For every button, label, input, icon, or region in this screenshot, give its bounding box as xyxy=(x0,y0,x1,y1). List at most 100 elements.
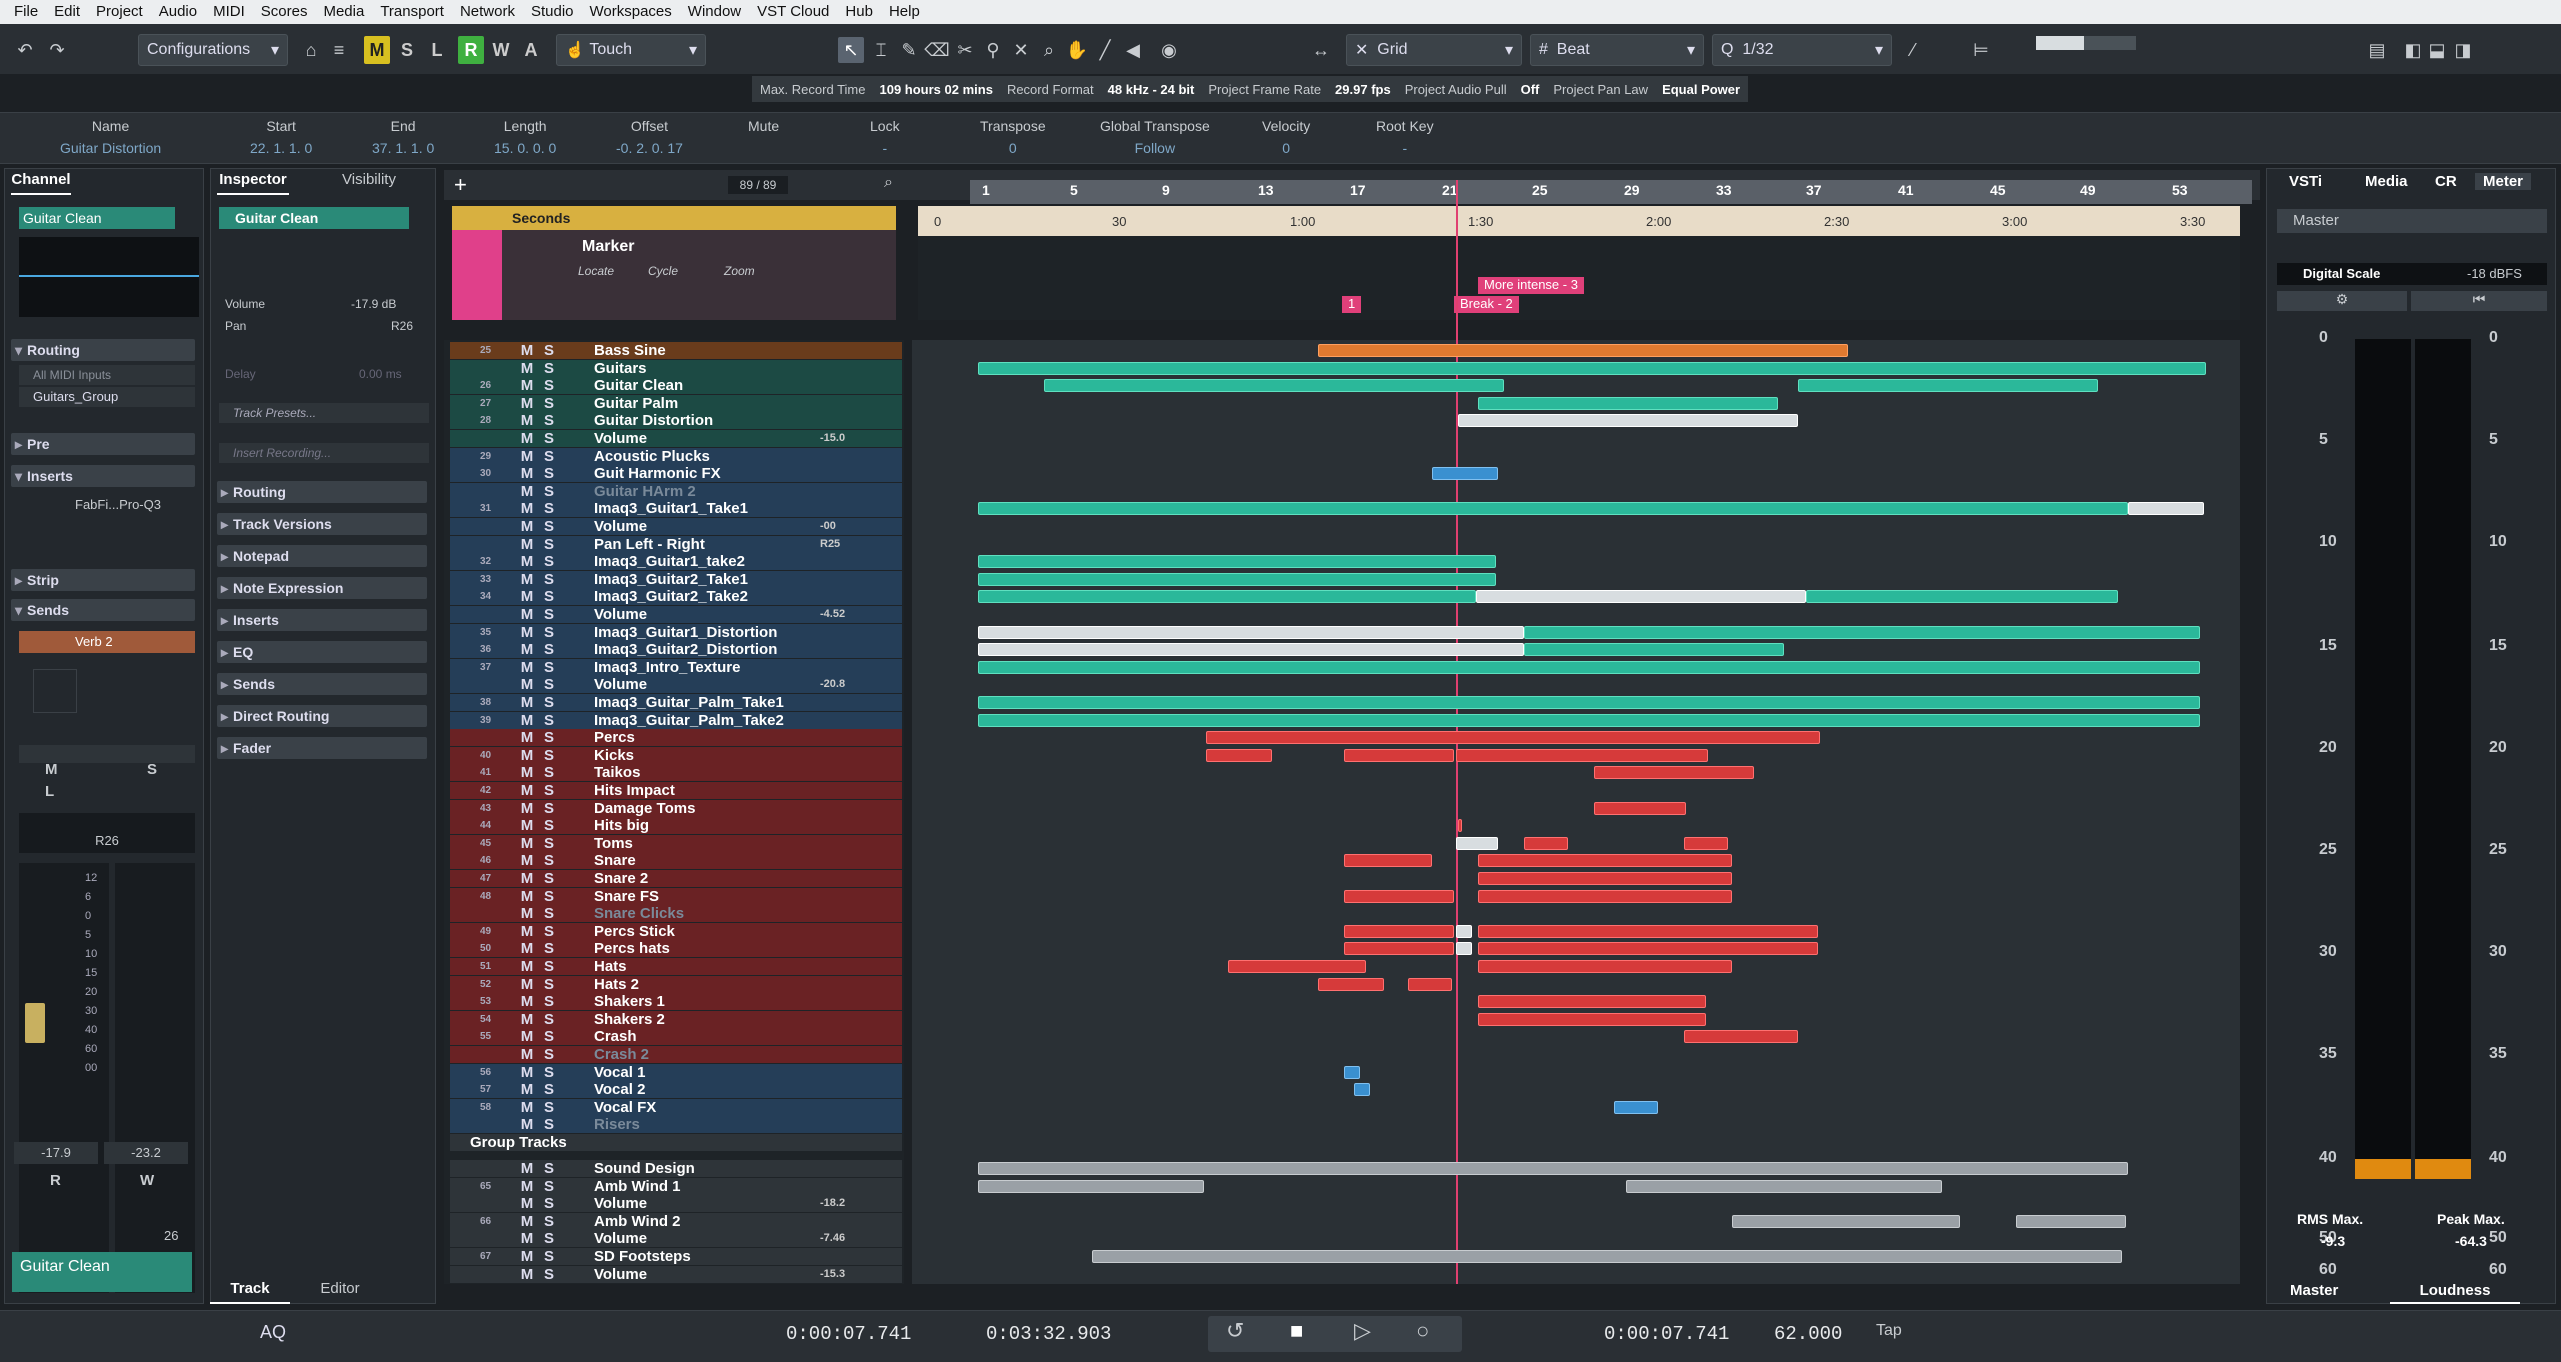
event-clip[interactable] xyxy=(978,1162,2128,1175)
global-read-button[interactable]: R xyxy=(458,36,484,64)
track-solo-button[interactable]: S xyxy=(540,764,558,781)
event-clip[interactable] xyxy=(1478,396,1778,410)
track-lane[interactable] xyxy=(912,747,2240,764)
track-lane[interactable] xyxy=(912,712,2240,729)
event-clip[interactable] xyxy=(1456,836,1498,850)
midi-input-select[interactable]: All MIDI Inputs xyxy=(19,365,195,385)
track-solo-button[interactable]: S xyxy=(540,448,558,465)
insert-recording-select[interactable]: Insert Recording... xyxy=(219,443,429,463)
track-mute-button[interactable]: M xyxy=(518,1178,536,1195)
track-header[interactable]: 56 M S Vocal 1 xyxy=(450,1063,902,1081)
info-value[interactable]: 37. 1. 1. 0 xyxy=(372,140,434,156)
info-value[interactable]: 22. 1. 1. 0 xyxy=(250,140,312,156)
event-clip[interactable] xyxy=(1478,960,1732,973)
track-solo-button[interactable]: S xyxy=(540,800,558,817)
right-locator-time[interactable]: 0:03:32.903 xyxy=(986,1323,1111,1345)
tab-cr[interactable]: CR xyxy=(2427,173,2465,190)
track-lane[interactable] xyxy=(912,659,2240,676)
track-mute-button[interactable]: M xyxy=(518,993,536,1010)
info-col-9[interactable]: Velocity 0 xyxy=(1262,118,1310,156)
menu-workspaces[interactable]: Workspaces xyxy=(582,0,680,24)
track-lane[interactable] xyxy=(912,1099,2240,1116)
menu-audio[interactable]: Audio xyxy=(151,0,205,24)
track-mute-button[interactable]: M xyxy=(518,1011,536,1028)
track-solo-button[interactable]: S xyxy=(540,624,558,641)
track-mute-button[interactable]: M xyxy=(518,465,536,482)
event-clip[interactable] xyxy=(1344,889,1454,903)
master-meter-header[interactable]: Master xyxy=(2277,209,2547,233)
range-tool-icon[interactable]: ⌶ xyxy=(868,37,894,63)
track-solo-button[interactable]: S xyxy=(540,923,558,940)
track-mute-button[interactable]: M xyxy=(518,536,536,553)
snap-type-dropdown[interactable]: ✕ Grid ▾ xyxy=(1346,34,1522,66)
inspector-section-sends[interactable]: Sends xyxy=(217,673,427,695)
iterative-quantize-icon[interactable]: ⁄ xyxy=(1900,37,1926,63)
marker-2[interactable]: Break - 2 xyxy=(1454,296,1519,313)
track-mute-button[interactable]: M xyxy=(518,500,536,517)
automation-value[interactable]: -20.8 xyxy=(820,676,845,693)
track-header[interactable]: 32 M S Imaq3_Guitar1_take2 xyxy=(450,553,902,571)
quantize-dropdown[interactable]: Q 1/32 ▾ xyxy=(1712,34,1892,66)
object-selection-tool-icon[interactable]: ↖ xyxy=(838,37,864,63)
track-lane[interactable] xyxy=(912,641,2240,658)
color-tool-icon[interactable]: ◉ xyxy=(1156,37,1182,63)
marker-cycle-select[interactable]: Cycle xyxy=(648,264,678,278)
tab-visibility[interactable]: Visibility xyxy=(329,171,409,195)
track-mute-button[interactable]: M xyxy=(518,923,536,940)
info-value[interactable]: 0 xyxy=(1262,140,1310,156)
info-value[interactable]: -0. 2. 0. 17 xyxy=(616,140,683,156)
track-header[interactable]: 34 M S Imaq3_Guitar2_Take2 xyxy=(450,588,902,606)
track-solo-button[interactable]: S xyxy=(540,870,558,887)
event-clip[interactable] xyxy=(1354,1083,1370,1097)
channel-read-button[interactable]: R xyxy=(50,1172,61,1189)
menu-transport[interactable]: Transport xyxy=(372,0,452,24)
audio-quantize-button[interactable]: AQ xyxy=(260,1322,286,1343)
track-lane[interactable] xyxy=(912,993,2240,1010)
track-mute-button[interactable]: M xyxy=(518,976,536,993)
track-mute-button[interactable]: M xyxy=(518,1248,536,1265)
add-track-icon[interactable]: + xyxy=(454,172,467,198)
track-header[interactable]: 31 M S Imaq3_Guitar1_Take1 xyxy=(450,500,902,518)
track-lane[interactable] xyxy=(912,905,2240,922)
track-lane[interactable] xyxy=(912,553,2240,570)
track-header[interactable]: 44 M S Hits big xyxy=(450,817,902,835)
track-mute-button[interactable]: M xyxy=(518,694,536,711)
configurations-dropdown[interactable]: Configurations ▾ xyxy=(138,34,288,66)
cycle-icon[interactable]: ↺ xyxy=(1226,1318,1244,1344)
track-solo-button[interactable]: S xyxy=(540,958,558,975)
track-header[interactable]: 47 M S Snare 2 xyxy=(450,870,902,887)
event-clip[interactable] xyxy=(1318,344,1848,357)
global-solo-button[interactable]: S xyxy=(394,36,420,64)
track-header[interactable]: 40 M S Kicks xyxy=(450,746,902,764)
event-clip[interactable] xyxy=(1344,854,1432,868)
track-solo-button[interactable]: S xyxy=(540,747,558,764)
global-mute-button[interactable]: M xyxy=(364,36,390,64)
automation-value[interactable]: -15.0 xyxy=(820,430,845,447)
track-lane[interactable] xyxy=(912,377,2240,394)
track-header[interactable]: 46 M S Snare xyxy=(450,852,902,870)
track-solo-button[interactable]: S xyxy=(540,641,558,658)
stop-icon[interactable]: ■ xyxy=(1290,1318,1303,1344)
track-header[interactable]: 36 M S Imaq3_Guitar2_Distortion xyxy=(450,641,902,659)
track-mute-button[interactable]: M xyxy=(518,712,536,729)
event-clip[interactable] xyxy=(1476,590,1806,604)
track-lane[interactable] xyxy=(912,342,2240,359)
event-clip[interactable] xyxy=(978,625,1524,639)
group-track-header[interactable]: 66 M S Amb Wind 2 xyxy=(450,1212,902,1230)
insert-slot-1[interactable]: FabFi...Pro-Q3 xyxy=(19,495,195,515)
track-mute-button[interactable]: M xyxy=(518,624,536,641)
track-lane[interactable] xyxy=(912,958,2240,975)
track-lane[interactable] xyxy=(912,782,2240,799)
track-solo-button[interactable]: S xyxy=(540,1230,558,1247)
marker-3[interactable]: More intense - 3 xyxy=(1478,277,1584,294)
track-header[interactable]: M S Volume -00 xyxy=(450,518,902,535)
global-write-button[interactable]: W xyxy=(488,36,514,64)
menu-window[interactable]: Window xyxy=(680,0,749,24)
track-lane[interactable] xyxy=(912,483,2240,500)
track-solo-button[interactable]: S xyxy=(540,588,558,605)
info-col-5[interactable]: Mute xyxy=(748,118,779,140)
inspector-section-fader[interactable]: Fader xyxy=(217,737,427,759)
inspector-track-name[interactable]: Guitar Clean xyxy=(219,207,409,229)
group-track-lane[interactable] xyxy=(912,1248,2240,1265)
channel-routing-section[interactable]: Routing xyxy=(11,339,195,361)
